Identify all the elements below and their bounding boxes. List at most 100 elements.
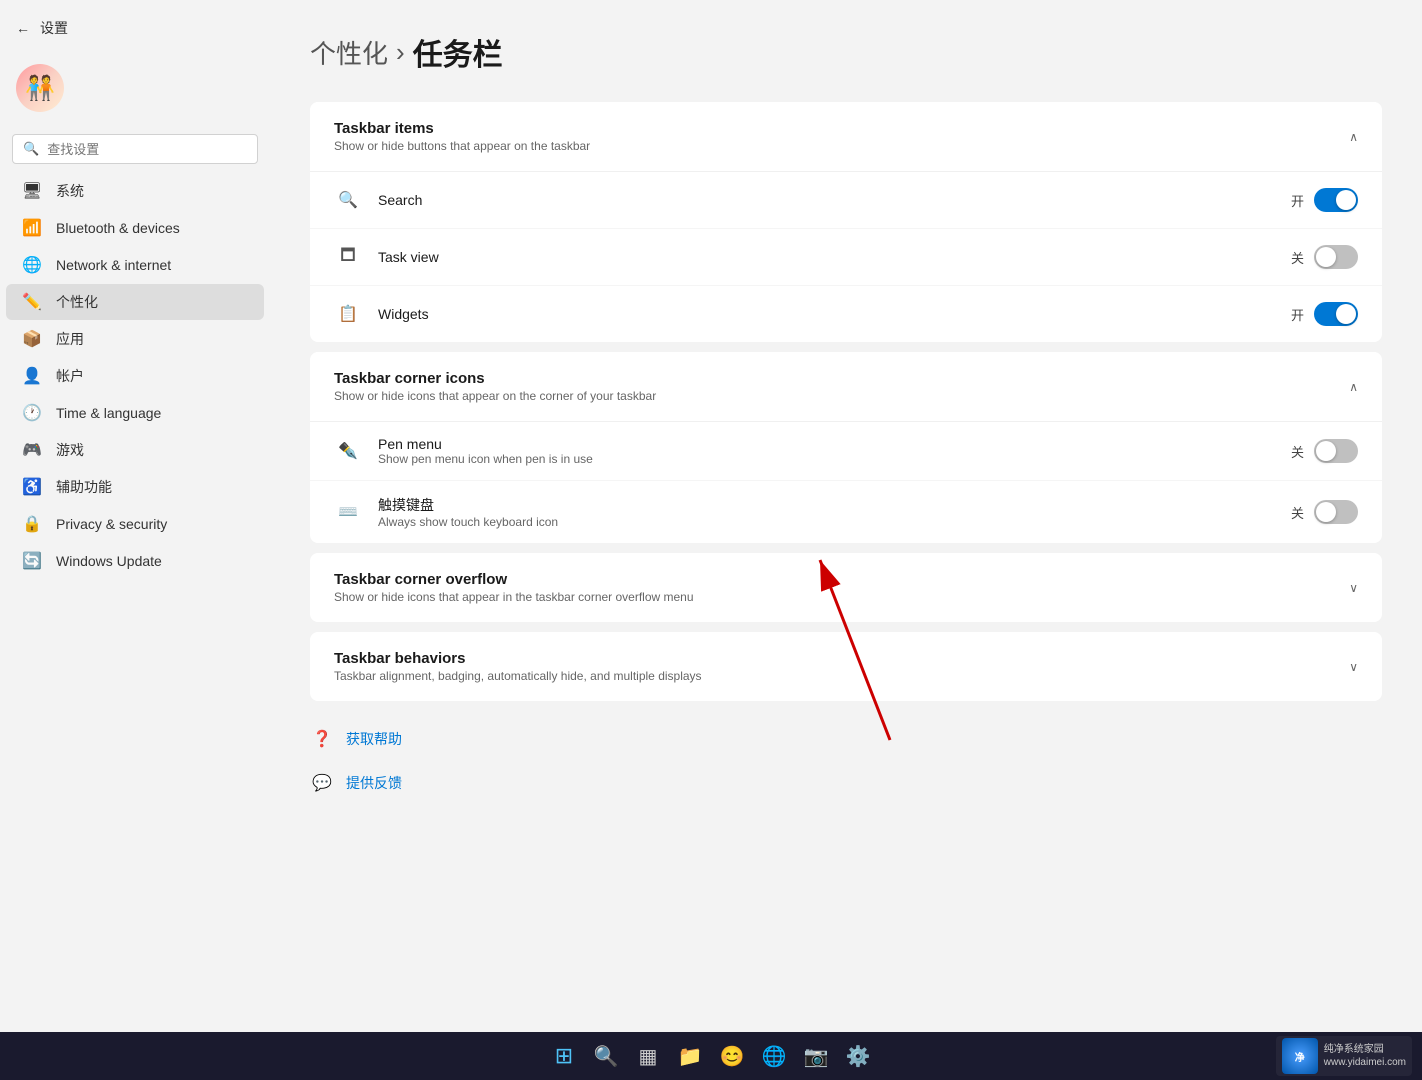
search-setting-name: Search (378, 192, 422, 208)
keyboard-toggle[interactable] (1314, 500, 1358, 524)
sidebar-item-accounts[interactable]: 👤 帐户 (6, 358, 264, 394)
sidebar-item-label: 辅助功能 (56, 477, 112, 497)
chevron-up-icon: ∧ (1349, 130, 1358, 144)
breadcrumb-chevron: › (396, 37, 405, 68)
taskbar-corner-icons-header[interactable]: Taskbar corner icons Show or hide icons … (310, 352, 1382, 421)
taskbar-browser[interactable]: 🌐 (755, 1037, 793, 1075)
sidebar-item-label: 应用 (56, 329, 84, 349)
taskbar-search[interactable]: 🔍 (587, 1037, 625, 1075)
system-icon: 🖥 (22, 181, 42, 201)
pen-toggle[interactable] (1314, 439, 1358, 463)
chevron-down-icon: ∨ (1349, 581, 1358, 595)
search-toggle[interactable] (1314, 188, 1358, 212)
sidebar-item-network[interactable]: 🌐 Network & internet (6, 247, 264, 283)
sidebar-item-system[interactable]: 🖥 系统 (6, 173, 264, 209)
taskview-setting-icon: 🗖 (334, 243, 362, 271)
sidebar: ← 设置 🧑‍🤝‍🧑 🔍 🖥 系统 📶 Bluetooth & devices (0, 0, 270, 960)
chevron-up-icon-2: ∧ (1349, 380, 1358, 394)
pen-icon: ✒️ (334, 437, 362, 465)
section-subtitle-taskbar-items: Show or hide buttons that appear on the … (334, 139, 590, 153)
sidebar-item-label: 个性化 (56, 292, 98, 312)
help-icon: ❓ (310, 727, 334, 751)
feedback-label: 提供反馈 (346, 773, 402, 793)
search-setting-icon: 🔍 (334, 186, 362, 214)
sidebar-item-apps[interactable]: 📦 应用 (6, 321, 264, 357)
corner-icons-content: ✒️ Pen menu Show pen menu icon when pen … (310, 421, 1382, 543)
keyboard-setting-desc: Always show touch keyboard icon (378, 515, 558, 529)
update-icon: 🔄 (22, 551, 42, 571)
gaming-icon: 🎮 (22, 440, 42, 460)
get-help-label: 获取帮助 (346, 729, 402, 749)
feedback-icon: 💬 (310, 771, 334, 795)
taskbar-items-section: Taskbar items Show or hide buttons that … (310, 102, 1382, 342)
widgets-setting-icon: 📋 (334, 300, 362, 328)
taskbar-taskview[interactable]: ▦ (629, 1037, 667, 1075)
breadcrumb-parent: 个性化 (310, 34, 388, 71)
taskbar-items-header[interactable]: Taskbar items Show or hide buttons that … (310, 102, 1382, 171)
taskview-toggle[interactable] (1314, 245, 1358, 269)
sidebar-item-personalization[interactable]: ✏️ 个性化 (6, 284, 264, 320)
pen-setting-desc: Show pen menu icon when pen is in use (378, 452, 593, 466)
sidebar-item-label: Time & language (56, 405, 161, 421)
section-title-taskbar-items: Taskbar items (334, 120, 590, 137)
keyboard-toggle-label: 关 (1291, 503, 1304, 522)
sidebar-item-label: 帐户 (56, 366, 84, 386)
section-subtitle-behaviors: Taskbar alignment, badging, automaticall… (334, 669, 702, 683)
avatar: 🧑‍🤝‍🧑 (16, 64, 64, 112)
sidebar-item-privacy[interactable]: 🔒 Privacy & security (6, 506, 264, 542)
taskview-setting-row: 🗖 Task view 关 (310, 229, 1382, 286)
pen-menu-row: ✒️ Pen menu Show pen menu icon when pen … (310, 422, 1382, 481)
sidebar-item-time[interactable]: 🕐 Time & language (6, 395, 264, 431)
sidebar-item-label: 游戏 (56, 440, 84, 460)
taskbar-corner-icons-section: Taskbar corner icons Show or hide icons … (310, 352, 1382, 543)
taskbar-camera[interactable]: 📷 (797, 1037, 835, 1075)
sidebar-item-update[interactable]: 🔄 Windows Update (6, 543, 264, 579)
widgets-toggle-label: 开 (1291, 305, 1304, 324)
taskview-setting-name: Task view (378, 249, 439, 265)
accessibility-icon: ♿ (22, 477, 42, 497)
user-profile: 🧑‍🤝‍🧑 (0, 54, 270, 122)
feedback-link[interactable]: 💬 提供反馈 (310, 765, 1382, 801)
section-subtitle-overflow: Show or hide icons that appear in the ta… (334, 590, 694, 604)
taskbar-corner-overflow-header[interactable]: Taskbar corner overflow Show or hide ico… (310, 553, 1382, 622)
sidebar-item-accessibility[interactable]: ♿ 辅助功能 (6, 469, 264, 505)
search-box[interactable]: 🔍 (12, 134, 258, 164)
sidebar-item-label: Privacy & security (56, 516, 167, 532)
widgets-toggle[interactable] (1314, 302, 1358, 326)
back-button[interactable]: ← (16, 20, 30, 36)
taskbar-corner-overflow-section: Taskbar corner overflow Show or hide ico… (310, 553, 1382, 622)
personalization-icon: ✏️ (22, 292, 42, 312)
sidebar-item-label: Windows Update (56, 553, 162, 569)
privacy-icon: 🔒 (22, 514, 42, 534)
watermark-logo: 净 (1282, 1038, 1318, 1074)
taskbar-right: 净 纯净系统家园 www.yidaimei.com (1276, 1036, 1412, 1076)
search-toggle-label: 开 (1291, 191, 1304, 210)
taskbar-items-content: 🔍 Search 开 🗖 (310, 171, 1382, 342)
get-help-link[interactable]: ❓ 获取帮助 (310, 721, 1382, 757)
section-title-overflow: Taskbar corner overflow (334, 571, 694, 588)
search-input[interactable] (47, 142, 247, 157)
taskbar: ⊞ 🔍 ▦ 📁 😊 🌐 📷 ⚙️ 净 纯净系统家园 www.yidaimei.c… (0, 1032, 1422, 1080)
taskbar-explorer[interactable]: 📁 (671, 1037, 709, 1075)
taskbar-behaviors-header[interactable]: Taskbar behaviors Taskbar alignment, bad… (310, 632, 1382, 701)
pen-toggle-label: 关 (1291, 442, 1304, 461)
bluetooth-icon: 📶 (22, 218, 42, 238)
sidebar-item-bluetooth[interactable]: 📶 Bluetooth & devices (6, 210, 264, 246)
keyboard-icon: ⌨️ (334, 498, 362, 526)
accounts-icon: 👤 (22, 366, 42, 386)
sidebar-item-label: Bluetooth & devices (56, 220, 180, 236)
taskview-toggle-label: 关 (1291, 248, 1304, 267)
taskbar-behaviors-section: Taskbar behaviors Taskbar alignment, bad… (310, 632, 1382, 701)
page-header: 个性化 › 任务栏 (310, 30, 1382, 74)
taskbar-settings[interactable]: ⚙️ (839, 1037, 877, 1075)
sidebar-item-gaming[interactable]: 🎮 游戏 (6, 432, 264, 468)
apps-icon: 📦 (22, 329, 42, 349)
taskbar-center: ⊞ 🔍 ▦ 📁 😊 🌐 📷 ⚙️ (545, 1037, 877, 1075)
sidebar-item-label: Network & internet (56, 257, 171, 273)
watermark: 净 纯净系统家园 www.yidaimei.com (1276, 1036, 1412, 1076)
start-button[interactable]: ⊞ (545, 1037, 583, 1075)
network-icon: 🌐 (22, 255, 42, 275)
taskbar-emoji[interactable]: 😊 (713, 1037, 751, 1075)
section-title-behaviors: Taskbar behaviors (334, 650, 702, 667)
main-content: 个性化 › 任务栏 Taskbar items Show or hide but… (270, 0, 1422, 960)
